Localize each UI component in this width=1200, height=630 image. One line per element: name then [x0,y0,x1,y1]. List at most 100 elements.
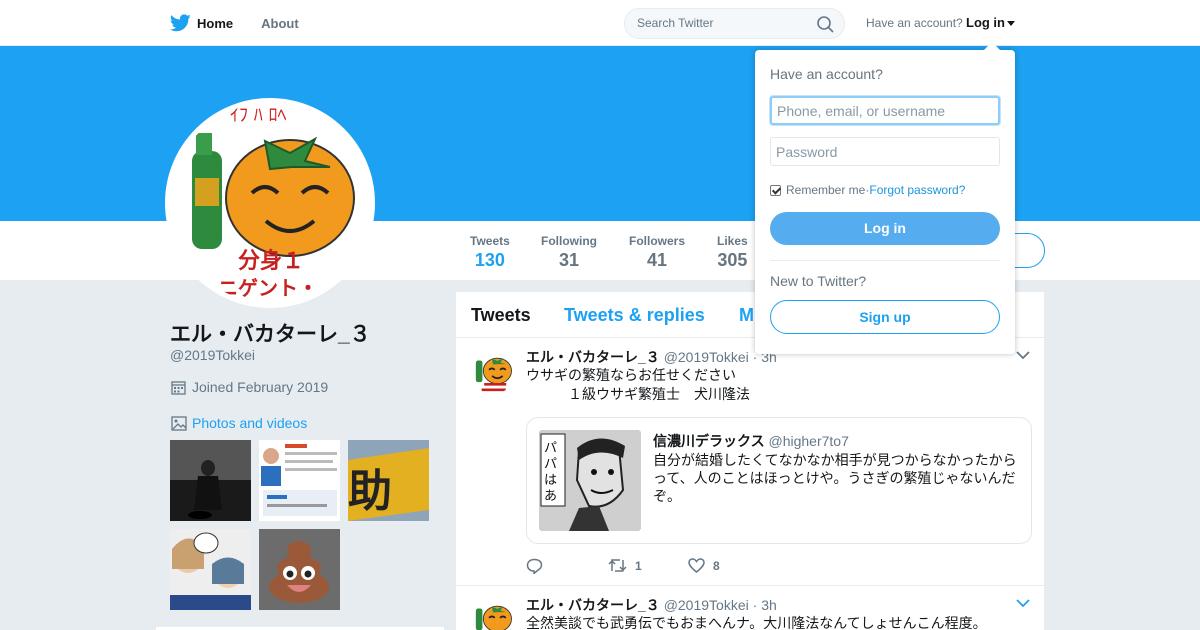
photo-thumbnail[interactable] [259,440,340,521]
profile-handle[interactable]: @2019Tokkei [170,347,255,363]
login-toggle-label: Log in [966,15,1005,30]
svg-text:パ: パ [544,441,557,456]
tweet-header: エル・バカターレ_３ @2019Tokkei · 3h [526,347,777,367]
stat-value: 31 [558,250,580,270]
new-to-twitter-text: New to Twitter? [770,273,867,289]
photos-videos-link[interactable]: Photos and videos [171,415,307,431]
photo-thumbnail[interactable] [170,529,251,610]
photo-thumbnail-image [170,529,251,610]
password-field[interactable] [770,137,1000,166]
forgot-password-link[interactable]: Forgot password? [869,183,965,197]
quoted-author-name[interactable]: 信濃川デラックス [653,433,765,449]
stat-value: 305 [717,250,748,270]
tweet-author-handle[interactable]: @2019Tokkei [664,349,749,365]
heart-icon [688,558,705,573]
quoted-tweet-image: パパはあ [539,430,641,531]
tweet-time[interactable]: 3h [761,597,777,613]
login-dropdown-toggle[interactable]: Log in [966,15,1015,30]
photo-thumbnail[interactable]: 助 [348,440,429,521]
orange-mascot-image [471,598,515,630]
quoted-author-handle[interactable]: @higher7to7 [768,433,848,449]
join-date: Joined February 2019 [171,379,328,395]
profile-name[interactable]: エル・バカターレ_３ [170,318,371,348]
dropdown-arrow [984,42,1000,50]
tweet-author-handle[interactable]: @2019Tokkei [664,597,749,613]
photos-videos-label: Photos and videos [192,415,308,431]
stat-value: 130 [474,250,505,270]
stat-followers[interactable]: Followers 41 [629,234,685,271]
retweet-count: 1 [635,558,642,573]
retweet-icon [608,559,627,572]
tweet-text: 全然美談でも武勇伝でもおまへんナ。大川隆法なんてしょせんこん程度。 [526,615,987,630]
tweet[interactable]: エル・バカターレ_３ @2019Tokkei · 3h 全然美談でも武勇伝でもお… [456,586,1044,630]
stat-tweets[interactable]: Tweets 130 [470,234,510,271]
remember-me-row: Remember me · Forgot password? [770,183,965,197]
reply-icon [526,558,543,574]
home-label: Home [197,15,234,31]
svg-text:分身１: 分身１ [238,248,304,274]
dropdown-title: Have an account? [770,66,883,82]
tweet-author-name[interactable]: エル・バカターレ_３ [526,597,660,613]
username-field[interactable] [770,96,1000,125]
like-count: 8 [713,558,720,573]
home-link[interactable]: Home [170,14,233,32]
search-placeholder: Search Twitter [637,16,714,30]
tweet-avatar[interactable] [471,350,515,394]
orange-mascot-image [471,350,515,394]
retweet-button[interactable]: 1 [608,558,642,573]
stat-label: Tweets [470,234,510,248]
image-icon [171,415,187,431]
separator-dot: · [748,597,762,613]
login-button[interactable]: Log in [770,212,1000,245]
stat-label: Following [541,234,597,248]
search-icon[interactable] [817,16,834,33]
orange-mascot-image: ｲﾌ ﾊ ﾛﾍ 分身１ ニゲント・ [170,103,370,303]
manga-face-image: パパはあ [539,430,641,531]
stat-likes[interactable]: Likes 305 [717,234,748,271]
tweet-avatar[interactable] [471,598,515,630]
photo-thumbnail[interactable] [259,529,340,610]
tab-media[interactable]: M [739,305,754,326]
remember-me-checkbox[interactable] [770,184,781,196]
about-link[interactable]: About [261,16,299,31]
profile-avatar[interactable]: ｲﾌ ﾊ ﾛﾍ 分身１ ニゲント・ [165,98,375,308]
account-prompt: Have an account? [866,16,963,30]
photo-thumbnail-image [170,440,251,521]
svg-text:助: 助 [348,466,392,517]
join-date-text: Joined February 2019 [192,379,329,395]
quoted-tweet-text: 自分が結婚したくてなかなか相手が見つからなかったからって、人のことはほっとけや。… [653,452,1017,504]
photo-thumbnail-image: 助 [348,440,429,521]
top-navigation: Home About Search Twitter Have an accoun… [0,0,1200,46]
tab-tweets[interactable]: Tweets [471,305,531,326]
chevron-down-icon[interactable] [1016,598,1030,608]
dropdown-divider [770,260,1000,261]
reply-button[interactable] [526,558,551,574]
photo-thumbnail-image [259,440,340,521]
svg-text:ニゲント・: ニゲント・ [218,276,318,300]
stat-value: 41 [646,250,668,270]
tweet-author-name[interactable]: エル・バカターレ_３ [526,349,660,365]
tweet-header: エル・バカターレ_３ @2019Tokkei · 3h [526,595,777,615]
photo-thumbnail[interactable] [170,440,251,521]
search-input[interactable]: Search Twitter [624,8,845,39]
nav-left: Home About [170,0,327,46]
twitter-bird-icon [170,14,191,32]
tweet[interactable]: エル・バカターレ_３ @2019Tokkei · 3h ウサギの繁殖ならお任せく… [456,338,1044,585]
tweet-text: ウサギの繁殖ならお任せください １級ウサギ繁殖士 犬川隆法 [526,367,750,402]
chevron-down-icon[interactable] [1016,350,1030,360]
caret-down-icon [1007,21,1015,27]
svg-text:ｲﾌ ﾊ ﾛﾍ: ｲﾌ ﾊ ﾛﾍ [230,105,286,126]
login-dropdown: Have an account? Remember me · Forgot pa… [755,42,1015,354]
quoted-tweet-header: 信濃川デラックス @higher7to7 [653,431,849,451]
stat-label: Followers [629,234,686,248]
stat-following[interactable]: Following 31 [541,234,597,271]
tab-tweets-replies[interactable]: Tweets & replies [564,305,705,326]
signup-button[interactable]: Sign up [770,300,1000,334]
svg-text:あ: あ [544,489,557,504]
svg-text:パ: パ [544,457,557,472]
quoted-tweet[interactable]: パパはあ 信濃川デラックス @higher7to7 自分が結婚したくてなかなか相… [526,417,1032,544]
svg-text:は: は [544,473,557,488]
like-button[interactable]: 8 [688,558,720,573]
active-stat-underline [455,56,526,60]
remember-me-label[interactable]: Remember me [786,183,865,197]
